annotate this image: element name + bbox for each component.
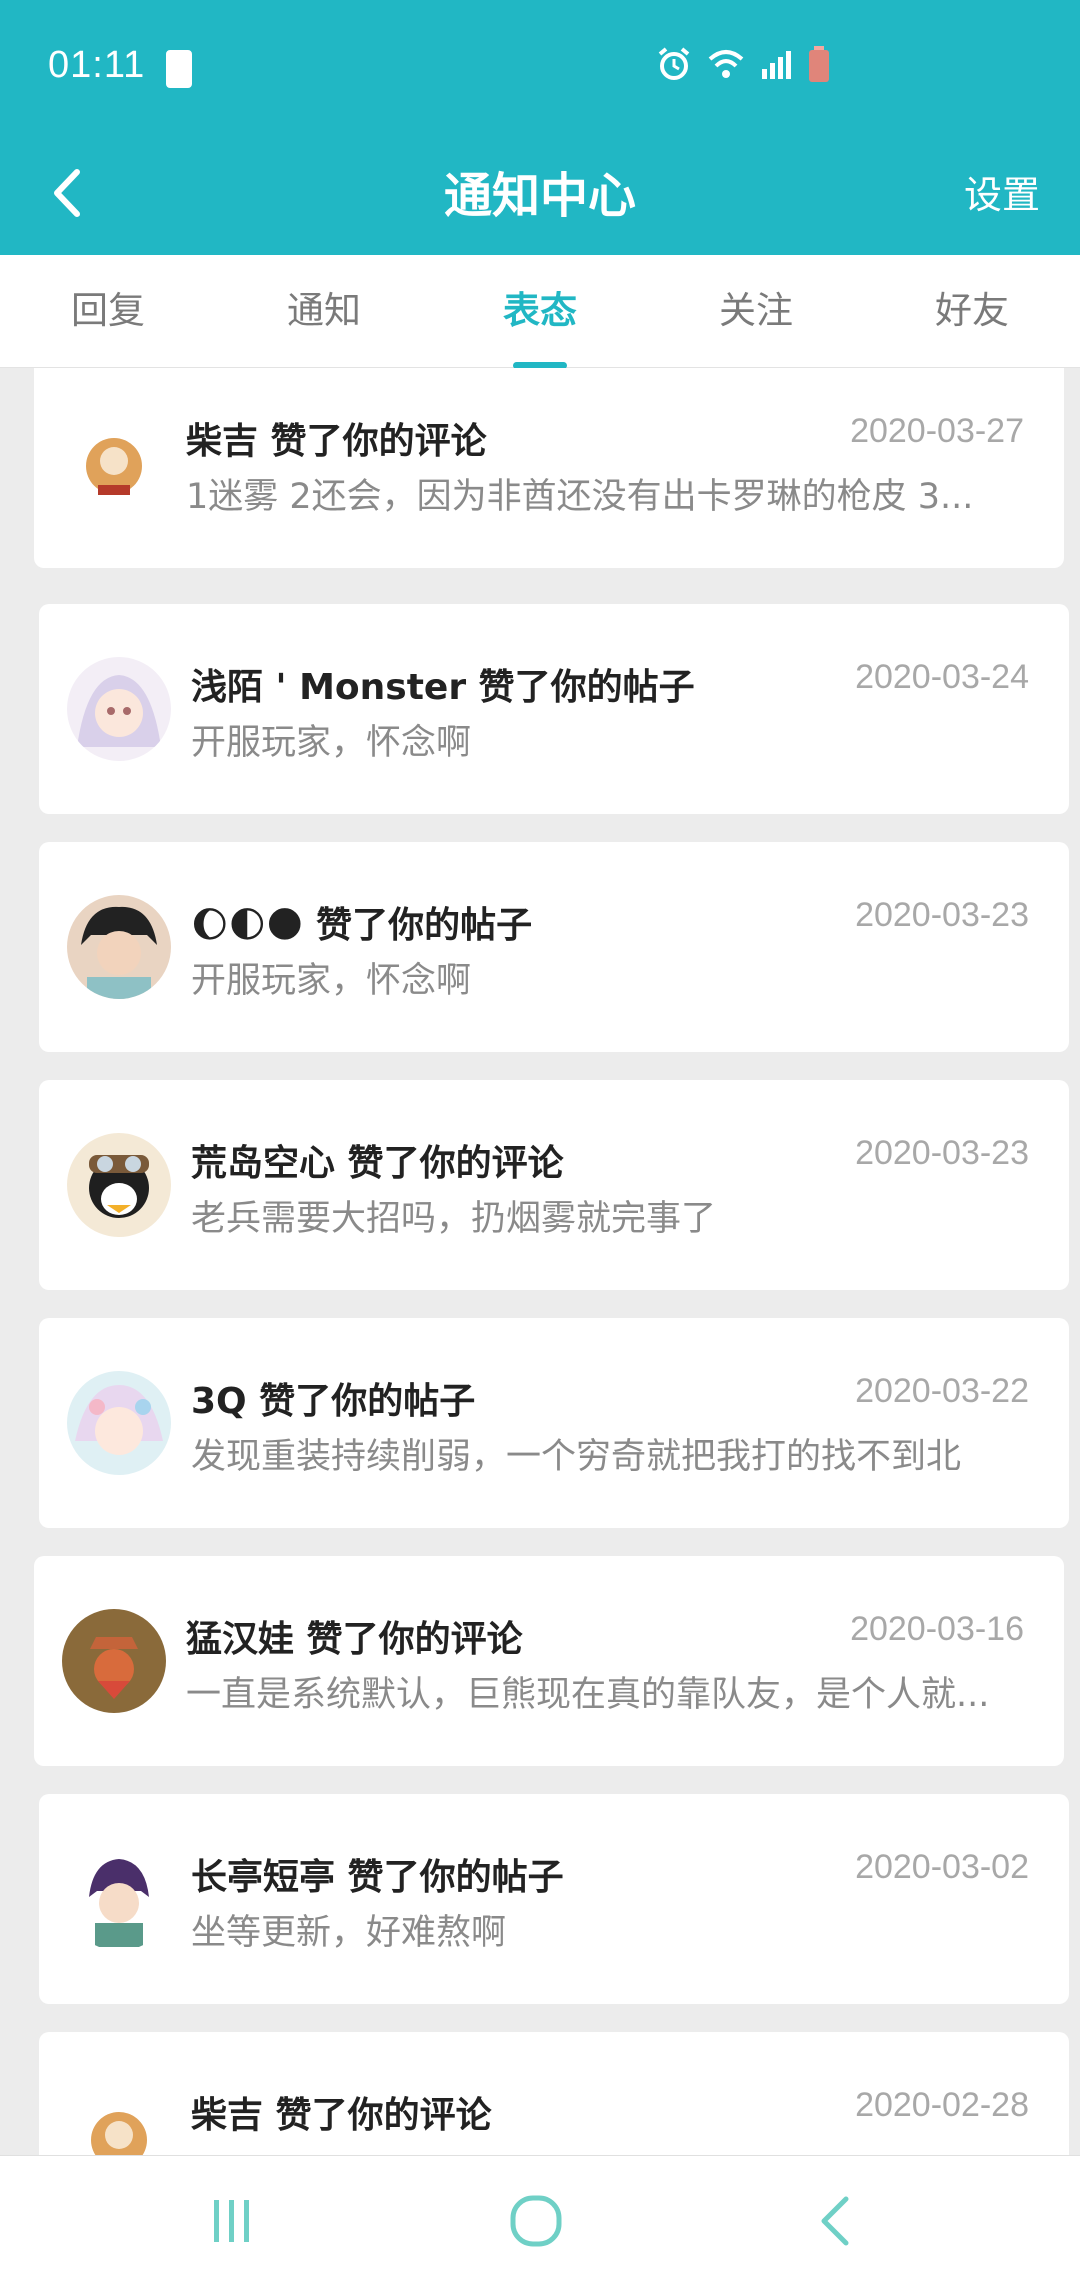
tab-reaction[interactable]: 表态 (432, 255, 648, 369)
notification-date: 2020-03-27 (850, 412, 1024, 450)
notification-date: 2020-03-23 (855, 1134, 1029, 1172)
tab-notice[interactable]: 通知 (216, 255, 432, 367)
tab-follow[interactable]: 关注 (648, 255, 864, 367)
notification-title: 柴吉 赞了你的评论 (186, 421, 487, 462)
notification-date: 2020-02-28 (855, 2086, 1029, 2124)
user-name[interactable]: 🌔🌓🌑 (191, 905, 304, 946)
notification-title: 柴吉 赞了你的评论 (191, 2095, 492, 2136)
home-icon (510, 2195, 562, 2247)
user-name[interactable]: 柴吉 (191, 2095, 263, 2136)
avatar[interactable] (67, 657, 171, 761)
notification-title: 3Q 赞了你的帖子 (191, 1381, 476, 1422)
status-icons (656, 46, 830, 82)
notification-snippet: 坐等更新，好难熬啊 (191, 1913, 507, 1953)
notification-title: 🌔🌓🌑 赞了你的帖子 (191, 905, 533, 946)
user-name[interactable]: 长亭短亭 (191, 1857, 335, 1898)
system-nav-bar (0, 2155, 1080, 2281)
recent-apps-icon (214, 2200, 249, 2242)
list-item[interactable]: 长亭短亭 赞了你的帖子 2020-03-02 坐等更新，好难熬啊 (39, 1794, 1069, 2004)
tab-bar: 回复 通知 表态 关注 好友 (0, 255, 1080, 369)
notification-snippet: 开服玩家，怀念啊 (191, 723, 472, 763)
tab-friends[interactable]: 好友 (864, 255, 1080, 367)
status-bar: 01:11 (0, 0, 1080, 130)
notification-snippet: 老兵需要大招吗，扔烟雾就完事了 (191, 1199, 717, 1239)
notification-title: 长亭短亭 赞了你的帖子 (191, 1857, 564, 1898)
notification-title: 浅陌 ' Monster 赞了你的帖子 (191, 667, 695, 708)
avatar[interactable] (62, 1609, 166, 1713)
alarm-icon (658, 47, 690, 80)
avatar[interactable] (67, 1371, 171, 1475)
wifi-icon (708, 50, 744, 78)
notification-title: 猛汉娃 赞了你的评论 (186, 1619, 523, 1660)
avatar[interactable] (67, 895, 171, 999)
notification-date: 2020-03-16 (850, 1610, 1024, 1648)
home-button[interactable] (496, 2186, 576, 2256)
list-item[interactable]: 浅陌 ' Monster 赞了你的帖子 2020-03-24 开服玩家，怀念啊 (39, 604, 1069, 814)
battery-icon (809, 46, 829, 82)
notification-list[interactable]: 柴吉 赞了你的评论 2020-03-27 1迷雾 2还会，因为非酋还没有出卡罗琳… (0, 368, 1080, 2155)
list-item[interactable]: 柴吉 赞了你的评论 2020-02-28 (39, 2032, 1069, 2155)
notification-date: 2020-03-23 (855, 896, 1029, 934)
user-name[interactable]: 3Q (191, 1381, 247, 1422)
user-name[interactable]: 荒岛空心 (191, 1143, 335, 1184)
notification-snippet: 1迷雾 2还会，因为非酋还没有出卡罗琳的枪皮 3... (186, 477, 974, 517)
notification-date: 2020-03-22 (855, 1372, 1029, 1410)
user-name[interactable]: 猛汉娃 (186, 1619, 294, 1660)
tab-reply[interactable]: 回复 (0, 255, 216, 367)
notification-snippet: 一直是系统默认，巨熊现在真的靠队友，是个人就... (186, 1675, 990, 1715)
avatar[interactable] (67, 1133, 171, 1237)
avatar[interactable] (67, 2085, 171, 2155)
list-item[interactable]: 荒岛空心 赞了你的评论 2020-03-23 老兵需要大招吗，扔烟雾就完事了 (39, 1080, 1069, 1290)
settings-button[interactable]: 设置 (964, 164, 1040, 219)
recent-apps-button[interactable] (192, 2186, 272, 2256)
avatar[interactable] (62, 411, 166, 515)
back-icon (821, 2196, 849, 2246)
list-item[interactable]: 猛汉娃 赞了你的评论 2020-03-16 一直是系统默认，巨熊现在真的靠队友，… (34, 1556, 1064, 1766)
user-name[interactable]: 柴吉 (186, 421, 258, 462)
notification-date: 2020-03-24 (855, 658, 1029, 696)
avatar[interactable] (67, 1847, 171, 1951)
notification-snippet: 开服玩家，怀念啊 (191, 961, 472, 1001)
list-item[interactable]: 3Q 赞了你的帖子 2020-03-22 发现重装持续削弱，一个穷奇就把我打的找… (39, 1318, 1069, 1528)
status-time: 01:11 (48, 44, 146, 86)
notification-title: 荒岛空心 赞了你的评论 (191, 1143, 564, 1184)
notification-date: 2020-03-02 (855, 1848, 1029, 1886)
signal-icon (762, 51, 791, 79)
list-item[interactable]: 🌔🌓🌑 赞了你的帖子 2020-03-23 开服玩家，怀念啊 (39, 842, 1069, 1052)
battery-saver-icon (166, 50, 192, 88)
user-name[interactable]: 浅陌 ' Monster (191, 667, 466, 708)
back-nav-button[interactable] (794, 2186, 874, 2256)
list-item[interactable]: 柴吉 赞了你的评论 2020-03-27 1迷雾 2还会，因为非酋还没有出卡罗琳… (34, 368, 1064, 568)
notification-snippet: 发现重装持续削弱，一个穷奇就把我打的找不到北 (191, 1437, 962, 1477)
app-bar: 通知中心 设置 (0, 130, 1080, 255)
page-title: 通知中心 (443, 168, 636, 224)
